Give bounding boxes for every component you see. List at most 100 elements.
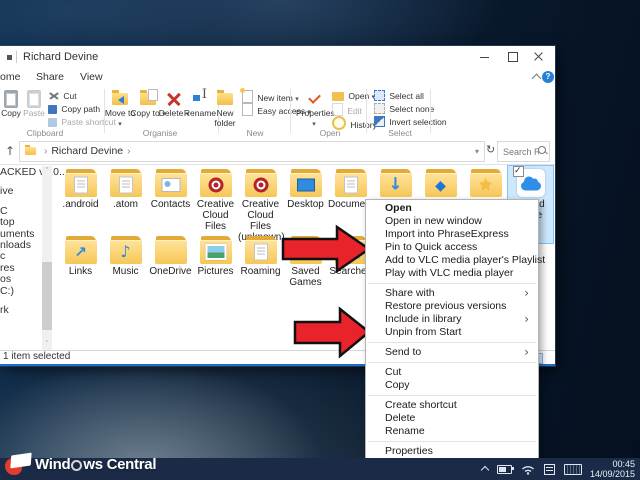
context-menu-item[interactable]: Pin to Quick access: [366, 241, 538, 254]
sidebar-item[interactable]: nloads: [0, 240, 42, 251]
file-item[interactable]: .android: [58, 166, 103, 243]
context-menu-item[interactable]: [366, 438, 538, 445]
help-button[interactable]: ?: [542, 71, 554, 83]
context-menu-item[interactable]: Open: [366, 202, 538, 215]
open-button[interactable]: Open: [332, 90, 375, 102]
edit-button[interactable]: Edit: [332, 103, 362, 115]
close-button[interactable]: [525, 46, 553, 68]
context-menu-item[interactable]: Play with VLC media player: [366, 267, 538, 280]
copy-path-button[interactable]: Copy path: [48, 103, 100, 115]
folder-icon: [468, 168, 504, 198]
open-icon: [332, 92, 344, 101]
sidebar-scrollbar[interactable]: ˆ ˇ: [42, 166, 52, 350]
context-menu-item[interactable]: Include in library: [366, 313, 538, 326]
tab-view[interactable]: View: [80, 68, 103, 86]
select-all-button[interactable]: Select all: [374, 90, 424, 102]
new-folder-button[interactable]: New folder: [207, 88, 243, 128]
sidebar-item[interactable]: ive: [0, 186, 42, 197]
file-item[interactable]: Desktop: [283, 166, 328, 243]
file-item[interactable]: .atom: [103, 166, 148, 243]
up-button[interactable]: ↑: [3, 143, 17, 159]
file-label: .atom: [103, 199, 148, 210]
selected-checkbox-icon[interactable]: [513, 166, 524, 177]
file-item[interactable]: Roaming: [238, 233, 283, 291]
address-dropdown-icon[interactable]: ▾: [475, 142, 479, 161]
tray-chevron-icon[interactable]: [481, 466, 489, 474]
folder-emblem-icon: [478, 177, 492, 193]
group-label-new: New: [215, 128, 295, 138]
context-menu-item[interactable]: Unpin from Start: [366, 326, 538, 339]
context-menu-item[interactable]: Share with: [366, 287, 538, 300]
quick-access-toolbar-icon[interactable]: [7, 55, 12, 60]
collapse-ribbon-icon[interactable]: [532, 74, 542, 84]
wifi-icon[interactable]: [521, 463, 535, 475]
scroll-down-icon[interactable]: ˇ: [42, 340, 52, 350]
address-bar[interactable]: ›Richard Devine› ▾: [19, 141, 485, 162]
context-menu-item[interactable]: Add to VLC media player's Playlist: [366, 254, 538, 267]
context-menu-item[interactable]: Rename: [366, 425, 538, 438]
file-label: .android: [58, 199, 103, 210]
system-tray: [482, 458, 582, 480]
context-menu-item[interactable]: [366, 392, 538, 399]
context-menu-item[interactable]: Create shortcut: [366, 399, 538, 412]
folder-icon: [198, 168, 234, 198]
search-input[interactable]: [501, 144, 541, 161]
context-menu-item[interactable]: Properties: [366, 445, 538, 458]
folder-emblem-icon: [435, 177, 446, 193]
address-bar-row: ↑ ›Richard Devine› ▾ ↻: [0, 138, 555, 165]
notification-icon[interactable]: [544, 464, 555, 475]
properties-button[interactable]: Properties: [296, 88, 332, 129]
sidebar-item[interactable]: rk: [0, 305, 42, 316]
battery-icon[interactable]: [497, 465, 512, 474]
file-item[interactable]: OneDrive: [148, 233, 193, 291]
file-item[interactable]: Saved Games: [283, 233, 328, 291]
context-menu-item[interactable]: Send to: [366, 346, 538, 359]
context-menu-item[interactable]: Copy: [366, 379, 538, 392]
touch-keyboard-icon[interactable]: [564, 464, 582, 475]
folder-icon: [108, 235, 144, 265]
minimize-button[interactable]: [471, 46, 499, 68]
new-item-icon: [242, 90, 253, 103]
cut-button[interactable]: Cut: [48, 90, 77, 102]
scrollbar-thumb[interactable]: [42, 262, 52, 330]
watermark-o-icon: [71, 460, 82, 471]
rename-icon: [193, 92, 207, 106]
title-bar[interactable]: Richard Devine: [0, 46, 555, 68]
folder-icon: [63, 168, 99, 198]
folder-emblem-icon: [74, 176, 88, 193]
context-menu-item[interactable]: Cut: [366, 366, 538, 379]
sidebar-item[interactable]: ACKED v2.0..: [0, 167, 42, 178]
file-item[interactable]: Creative Cloud Files (unknown): [238, 166, 283, 243]
context-menu-item[interactable]: [366, 359, 538, 366]
select-none-button[interactable]: Select none: [374, 103, 434, 115]
scroll-up-icon[interactable]: ˆ: [42, 166, 52, 176]
sidebar-item[interactable]: C:): [0, 286, 42, 297]
ribbon: Copy Paste Cut Copy path Paste shortcut …: [0, 86, 555, 139]
file-item[interactable]: Music: [103, 233, 148, 291]
file-label: OneDrive: [148, 266, 193, 277]
taskbar-clock[interactable]: 00:45 14/09/2015: [590, 459, 635, 479]
folder-emblem-icon: [74, 244, 87, 260]
easy-access-icon: [242, 103, 253, 116]
context-menu-item[interactable]: Delete: [366, 412, 538, 425]
maximize-button[interactable]: [499, 46, 527, 68]
paste-button[interactable]: Paste: [16, 88, 52, 119]
folder-icon: [198, 235, 234, 265]
folder-icon: [333, 168, 369, 198]
refresh-icon[interactable]: ↻: [486, 143, 495, 156]
context-menu-item[interactable]: [366, 339, 538, 346]
file-item[interactable]: Creative Cloud Files: [193, 166, 238, 243]
history-button[interactable]: History: [332, 116, 377, 128]
tab-share[interactable]: Share: [36, 68, 64, 86]
invert-selection-button[interactable]: Invert selection: [374, 116, 447, 128]
file-item[interactable]: Pictures: [193, 233, 238, 291]
file-item[interactable]: Contacts: [148, 166, 193, 243]
context-menu-item[interactable]: Import into PhraseExpress: [366, 228, 538, 241]
context-menu-item[interactable]: Restore previous versions: [366, 300, 538, 313]
tab-home[interactable]: ome: [0, 68, 20, 86]
context-menu-item[interactable]: [366, 280, 538, 287]
context-menu-item[interactable]: Open in new window: [366, 215, 538, 228]
breadcrumb-folder-icon: [25, 147, 36, 155]
select-none-icon: [374, 103, 385, 114]
file-item[interactable]: Links: [58, 233, 103, 291]
